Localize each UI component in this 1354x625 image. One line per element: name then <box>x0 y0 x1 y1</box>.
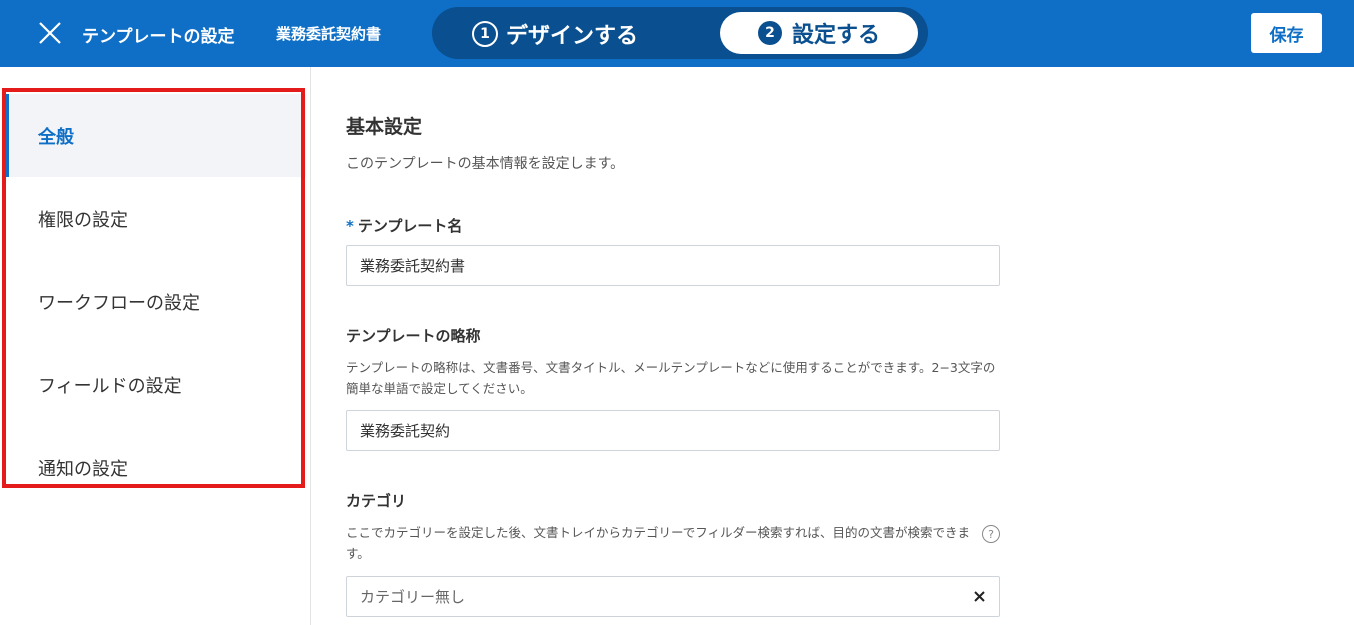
step-settings[interactable]: 2 設定する <box>720 12 918 54</box>
section-title: 基本設定 <box>346 116 423 138</box>
sidebar-item-notifications[interactable]: 通知の設定 <box>6 426 306 509</box>
save-button[interactable]: 保存 <box>1251 13 1322 53</box>
category-select[interactable]: カテゴリー無し <box>346 576 1000 617</box>
app-title: テンプレートの設定 <box>82 27 235 47</box>
close-icon[interactable] <box>38 21 62 45</box>
category-label: カテゴリ <box>346 492 407 510</box>
required-mark: * <box>346 217 354 235</box>
template-name-input[interactable]: 業務委託契約書 <box>346 245 1000 286</box>
step-number: 2 <box>757 21 782 45</box>
abbreviation-input[interactable]: 業務委託契約 <box>346 410 1000 451</box>
step-label: デザインする <box>506 24 639 49</box>
document-title: 業務委託契約書 <box>276 25 382 43</box>
step-label: 設定する <box>791 23 880 48</box>
abbreviation-help: テンプレートの略称は、文書番号、文書タイトル、メールテンプレートなどに使用するこ… <box>346 360 996 396</box>
top-bar: テンプレートの設定 業務委託契約書 1 デザインする 2 設定する 保存 <box>0 0 1354 67</box>
category-help: ここでカテゴリーを設定した後、文書トレイからカテゴリーでフィルダー検索すれば、目… <box>346 525 971 561</box>
step-number: 1 <box>472 21 498 47</box>
category-placeholder: カテゴリー無し <box>360 588 466 606</box>
sidebar-item-workflow[interactable]: ワークフローの設定 <box>6 260 306 343</box>
clear-icon[interactable] <box>972 589 987 604</box>
template-name-label-text: テンプレート名 <box>357 217 463 235</box>
help-icon[interactable]: ? <box>982 525 1000 543</box>
template-name-label: * テンプレート名 <box>346 215 462 236</box>
step-design[interactable]: 1 デザインする <box>472 18 638 50</box>
sidebar-item-fields[interactable]: フィールドの設定 <box>6 343 306 426</box>
settings-sidebar: 全般 権限の設定 ワークフローの設定 フィールドの設定 通知の設定 <box>0 67 311 625</box>
section-description: このテンプレートの基本情報を設定します。 <box>346 156 625 172</box>
sidebar-item-permissions[interactable]: 権限の設定 <box>6 177 306 260</box>
abbreviation-label: テンプレートの略称 <box>346 327 481 345</box>
step-switcher: 1 デザインする 2 設定する <box>432 7 928 59</box>
sidebar-item-general[interactable]: 全般 <box>6 94 306 177</box>
